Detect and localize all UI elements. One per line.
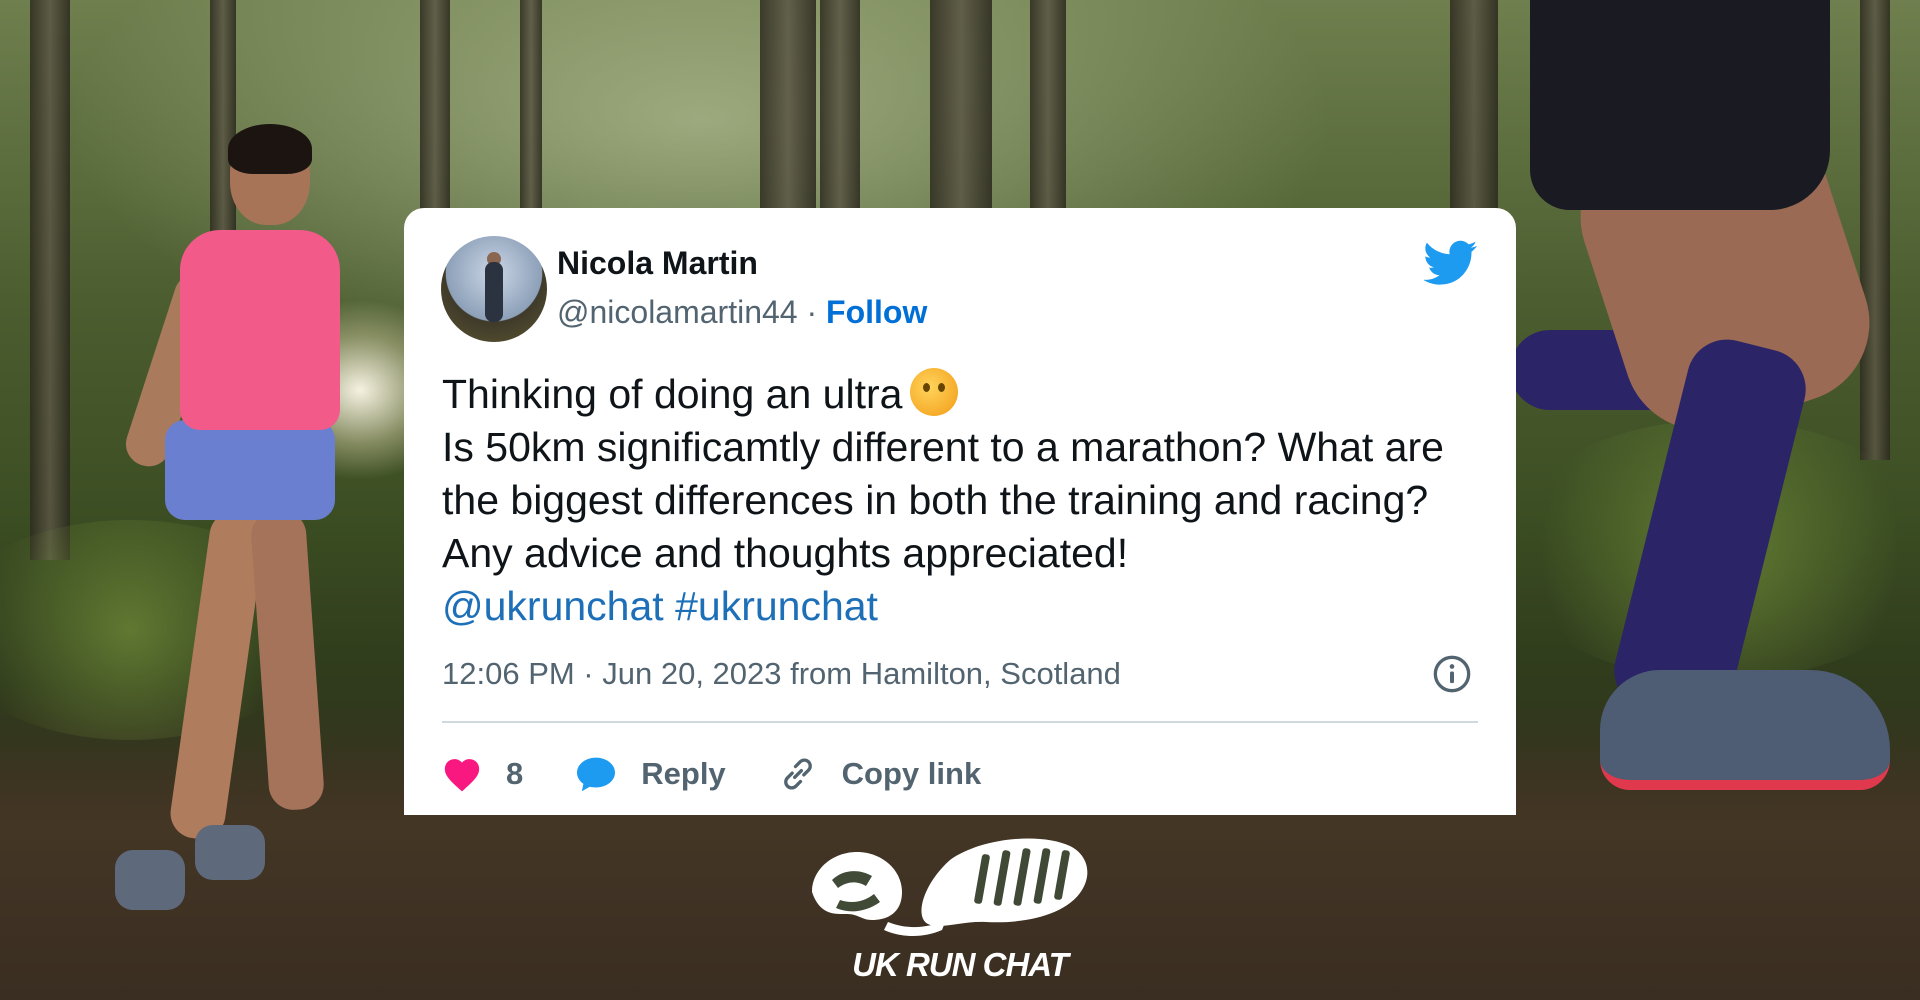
tweet-text: Thinking of doing an ultra Is 50km signi… <box>442 368 1482 633</box>
reply-button[interactable]: Reply <box>575 755 726 793</box>
uk-run-chat-logo: UK RUN CHAT <box>800 820 1120 990</box>
divider <box>442 721 1478 723</box>
handle-separator: · <box>806 294 818 330</box>
tweet-card: Nicola Martin @nicolamartin44 · Follow T… <box>404 208 1516 815</box>
tweet-actions: 8 Reply Copy link <box>442 748 1033 800</box>
author-handle-line: @nicolamartin44 · Follow <box>557 294 927 331</box>
heart-icon <box>444 759 480 792</box>
link-icon <box>783 758 812 790</box>
copy-link-label: Copy link <box>841 756 982 791</box>
tweet-text-line1: Thinking of doing an ultra <box>442 368 1482 421</box>
mention-link[interactable]: @ukrunchat <box>442 583 664 629</box>
logo-text: UK RUN CHAT <box>852 946 1069 983</box>
shoe-tread-logo-icon <box>812 838 1088 936</box>
runner-woman <box>110 120 370 910</box>
hashtag-link[interactable]: #ukrunchat <box>675 583 878 629</box>
avatar[interactable] <box>441 236 547 342</box>
tweet-opening: Thinking of doing an ultra <box>442 371 903 417</box>
author-name[interactable]: Nicola Martin <box>557 245 758 282</box>
info-icon[interactable] <box>1432 654 1472 694</box>
tweet-tags: @ukrunchat #ukrunchat <box>442 580 1482 633</box>
thinking-face-emoji <box>910 368 959 416</box>
tweet-body: Is 50km significamtly different to a mar… <box>442 424 1444 576</box>
speech-bubble-icon <box>577 757 616 792</box>
tweet-timestamp[interactable]: 12:06 PM · Jun 20, 2023 from Hamilton, S… <box>442 656 1121 692</box>
reply-label: Reply <box>641 756 726 791</box>
like-button[interactable]: 8 <box>442 756 523 792</box>
twitter-bird-icon[interactable] <box>1424 240 1478 286</box>
like-count: 8 <box>506 756 524 791</box>
copy-link-button[interactable]: Copy link <box>778 754 982 794</box>
follow-button[interactable]: Follow <box>826 294 927 330</box>
author-handle[interactable]: @nicolamartin44 <box>557 294 798 330</box>
